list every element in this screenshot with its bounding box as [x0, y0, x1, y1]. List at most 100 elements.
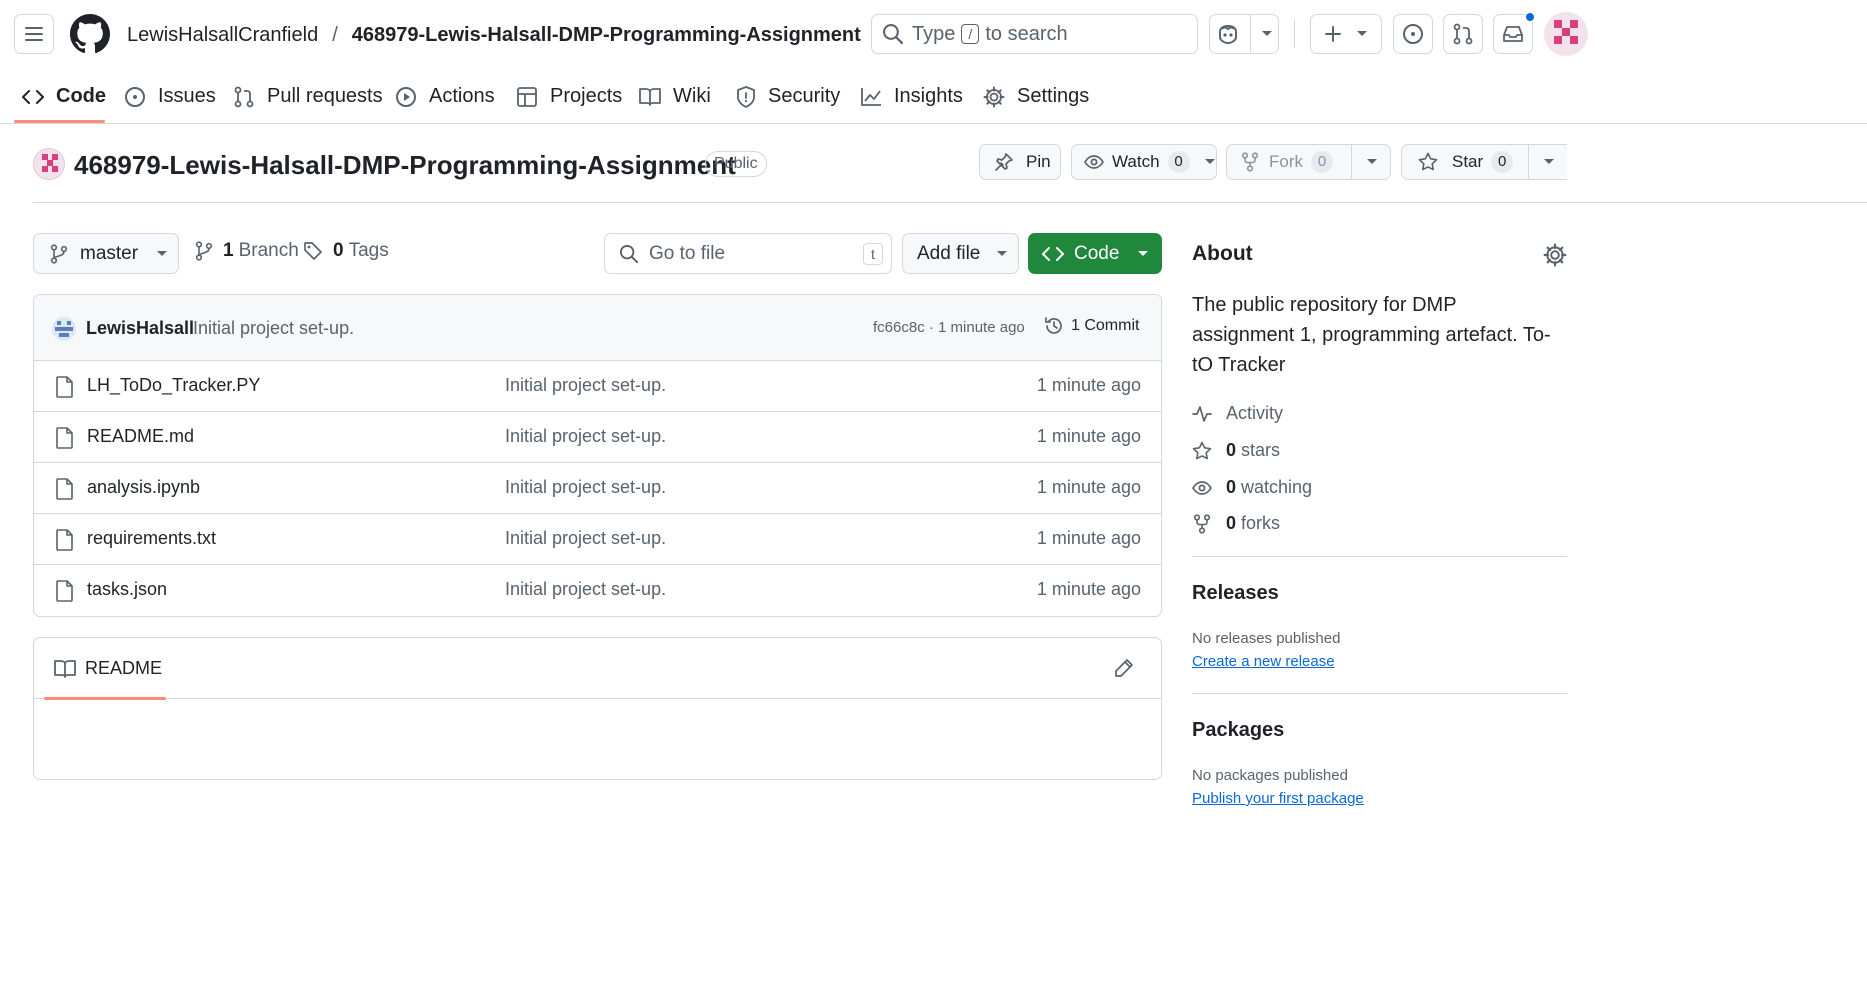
add-file-label: Add file: [917, 242, 981, 264]
breadcrumb-owner-link[interactable]: LewisHalsallCranfield: [127, 24, 318, 46]
file-icon: [56, 376, 73, 398]
edit-readme-button[interactable]: [1114, 658, 1134, 678]
file-commit-message[interactable]: Initial project set-up.: [505, 426, 666, 447]
your-issues-button[interactable]: [1393, 14, 1433, 54]
commits-history-link[interactable]: 1 Commit: [1044, 316, 1139, 336]
breadcrumb: LewisHalsallCranfield / 468979-Lewis-Halsa…: [127, 20, 861, 50]
chevron-down-icon: [997, 250, 1008, 256]
breadcrumb-repo-link[interactable]: 468979-Lewis-Halsall-DMP-Programming-Ass…: [352, 24, 861, 46]
tab-pull-requests[interactable]: Pull requests: [233, 70, 383, 123]
history-icon: [1045, 317, 1062, 334]
file-row[interactable]: tasks.json Initial project set-up. 1 min…: [34, 565, 1161, 616]
commit-hash-and-time[interactable]: fc66c8c · 1 minute ago: [873, 319, 1025, 336]
file-commit-message[interactable]: Initial project set-up.: [505, 477, 666, 498]
watching-label: watching: [1241, 477, 1313, 497]
tag-icon: [304, 242, 322, 260]
github-logo-icon[interactable]: [70, 14, 110, 54]
file-row[interactable]: README.md Initial project set-up. 1 minu…: [34, 412, 1161, 463]
watch-count: 0: [1167, 151, 1190, 173]
commit-author[interactable]: LewisHalsall: [86, 318, 194, 339]
tab-settings[interactable]: Settings: [983, 70, 1089, 123]
tab-actions[interactable]: Actions: [395, 70, 495, 123]
readme-header: README: [34, 638, 1161, 700]
menu-button[interactable]: [14, 14, 54, 54]
eye-icon: [1084, 155, 1104, 169]
tab-projects-label: Projects: [550, 85, 623, 107]
create-new-button[interactable]: [1310, 14, 1382, 54]
global-search-input[interactable]: Type / to search: [871, 14, 1198, 54]
watch-button[interactable]: Watch 0: [1071, 144, 1217, 180]
commit-message[interactable]: Initial project set-up.: [193, 318, 354, 339]
branch-selector[interactable]: master: [33, 233, 179, 274]
tab-insights-label: Insights: [894, 85, 963, 107]
readme-tab[interactable]: README: [54, 658, 162, 679]
fork-label: Fork: [1269, 152, 1303, 171]
repo-description: The public repository for DMP assignment…: [1192, 294, 1551, 376]
tab-projects[interactable]: Projects: [516, 70, 622, 123]
watchers-link[interactable]: 0 watching: [1192, 477, 1312, 498]
pin-button[interactable]: Pin: [979, 144, 1061, 180]
owner-avatar[interactable]: [33, 148, 65, 180]
forks-link[interactable]: 0 forks: [1192, 513, 1280, 534]
tab-insights[interactable]: Insights: [860, 70, 963, 123]
copilot-button[interactable]: [1209, 14, 1279, 54]
active-tab-indicator: [14, 120, 105, 123]
watching-count: 0: [1226, 477, 1237, 497]
add-file-button[interactable]: Add file: [902, 233, 1019, 274]
unread-notification-dot: [1524, 11, 1536, 23]
tab-code[interactable]: Code: [22, 70, 106, 123]
branch-icon: [195, 241, 213, 261]
edit-about-button[interactable]: [1543, 243, 1567, 267]
stars-label: stars: [1241, 440, 1281, 460]
create-release-link[interactable]: Create a new release: [1192, 653, 1335, 670]
stars-link[interactable]: 0 stars: [1192, 440, 1280, 461]
fork-button[interactable]: Fork 0: [1226, 144, 1391, 180]
issue-icon: [1403, 24, 1423, 44]
star-button[interactable]: Star 0: [1401, 144, 1567, 180]
publish-package-link[interactable]: Publish your first package: [1192, 790, 1364, 807]
tab-issues[interactable]: Issues: [124, 70, 216, 123]
search-shortcut-key: /: [961, 24, 980, 44]
tag-count-label: Tags: [348, 240, 389, 261]
star-icon: [1192, 441, 1212, 459]
file-commit-age: 1 minute ago: [1036, 579, 1141, 599]
shield-icon: [737, 85, 755, 108]
file-row[interactable]: LH_ToDo_Tracker.PY Initial project set-u…: [34, 361, 1161, 412]
go-to-file-input[interactable]: Go to file t: [604, 233, 892, 274]
about-heading: About: [1192, 242, 1253, 265]
file-commit-message[interactable]: Initial project set-up.: [505, 528, 666, 549]
file-row[interactable]: requirements.txt Initial project set-up.…: [34, 514, 1161, 565]
tab-security[interactable]: Security: [736, 70, 840, 123]
file-name[interactable]: LH_ToDo_Tracker.PY: [87, 375, 260, 396]
file-name[interactable]: tasks.json: [87, 579, 167, 600]
releases-heading[interactable]: Releases: [1192, 582, 1279, 605]
file-icon: [56, 529, 73, 551]
header-divider: [1294, 20, 1295, 48]
pull-request-icon: [234, 86, 254, 107]
branches-link[interactable]: 1 Branch: [195, 240, 299, 262]
file-row[interactable]: analysis.ipynb Initial project set-up. 1…: [34, 463, 1161, 514]
repo-title[interactable]: 468979-Lewis-Halsall-DMP-Programming-Ass…: [74, 148, 736, 182]
file-name[interactable]: analysis.ipynb: [87, 477, 200, 498]
code-dropdown-button[interactable]: Code: [1028, 233, 1162, 274]
user-avatar[interactable]: [1544, 12, 1588, 56]
copilot-icon: [1218, 24, 1237, 45]
packages-heading[interactable]: Packages: [1192, 719, 1284, 742]
gear-icon: [1543, 243, 1567, 267]
file-name[interactable]: README.md: [87, 426, 194, 447]
plus-icon: [1325, 26, 1341, 42]
commit-author-avatar[interactable]: [52, 317, 76, 341]
branch-icon: [50, 243, 68, 264]
file-name[interactable]: requirements.txt: [87, 528, 216, 549]
your-pull-requests-button[interactable]: [1443, 14, 1483, 54]
tags-link[interactable]: 0 Tags: [303, 240, 389, 262]
chevron-down-icon: [1367, 159, 1377, 164]
activity-link[interactable]: Activity: [1192, 403, 1283, 424]
pencil-icon: [1115, 659, 1133, 677]
play-icon: [396, 86, 416, 107]
file-commit-message[interactable]: Initial project set-up.: [505, 375, 666, 396]
tab-wiki[interactable]: Wiki: [639, 70, 711, 123]
file-commit-message[interactable]: Initial project set-up.: [505, 579, 666, 600]
readme-tab-label: README: [85, 658, 163, 678]
latest-commit-bar: LewisHalsall Initial project set-up. fc6…: [34, 295, 1161, 361]
